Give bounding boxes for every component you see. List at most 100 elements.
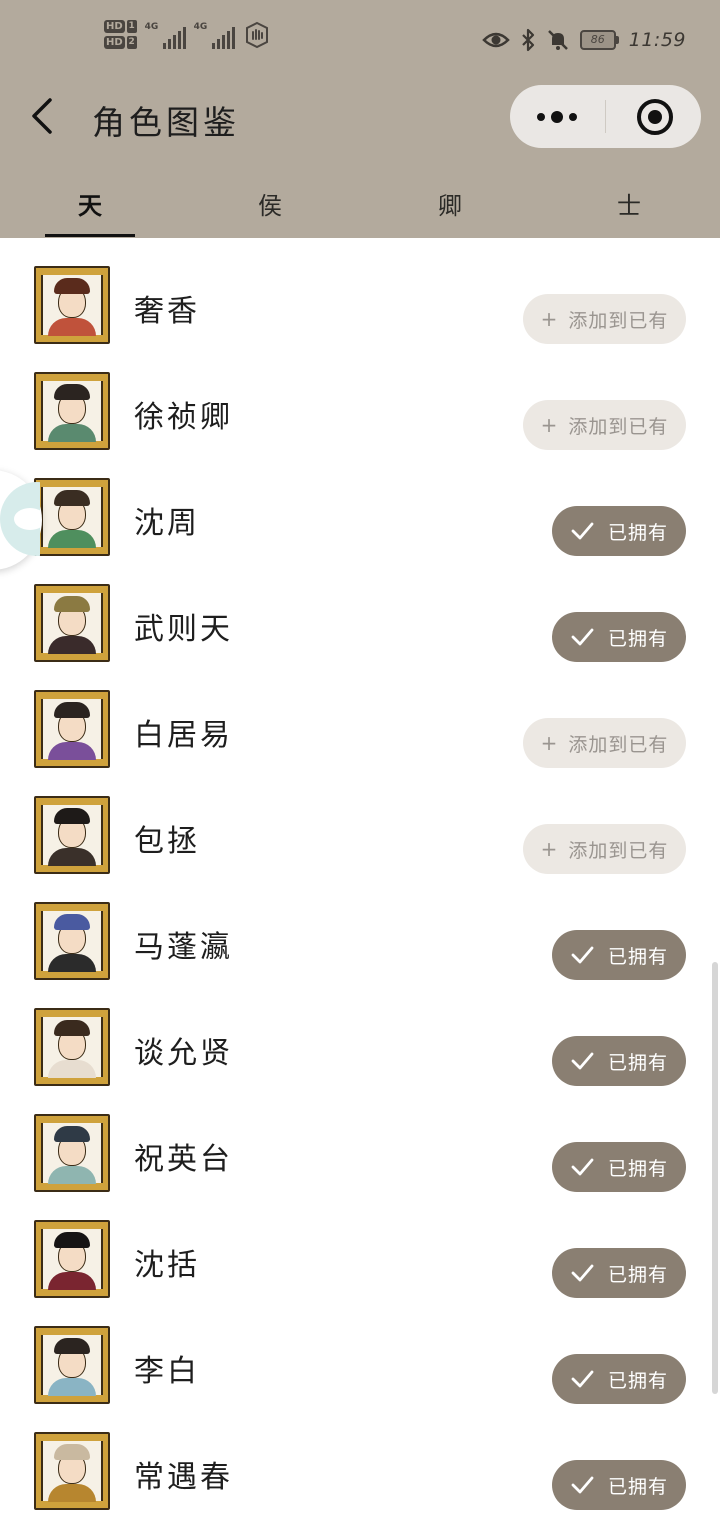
owned-button[interactable]: 已拥有 — [552, 506, 686, 556]
hd1-number: 1 — [126, 20, 137, 33]
signal-bars-icon — [211, 26, 235, 49]
battery-level: 86 — [579, 30, 616, 50]
page-title: 角色图鉴 — [92, 103, 240, 142]
hd2-number: 2 — [126, 36, 137, 49]
owned-label: 已拥有 — [607, 627, 668, 650]
signal-1: 4G — [145, 21, 186, 49]
list-item[interactable]: 沈括 已拥有 — [0, 1206, 720, 1312]
list-item[interactable]: 奢香 + 添加到已有 — [0, 252, 720, 358]
hd1-badge: HD — [104, 20, 125, 33]
check-icon — [571, 1476, 594, 1494]
character-name: 奢香 — [134, 294, 200, 329]
list-item[interactable]: 常遇春 已拥有 — [0, 1418, 720, 1524]
owned-button[interactable]: 已拥有 — [552, 930, 686, 980]
top-bar: HD 1 HD 2 4G 4G 86 11:59 角色图鉴 天 侯 卿 士 — [0, 0, 720, 238]
plus-icon: + — [540, 307, 559, 331]
character-name: 徐祯卿 — [134, 400, 233, 435]
tab-tian[interactable]: 天 — [45, 186, 135, 221]
character-name: 常遇春 — [134, 1460, 233, 1495]
character-portrait — [34, 1326, 110, 1404]
hd2-badge: HD — [104, 36, 125, 49]
add-label: 添加到已有 — [568, 839, 669, 862]
bluetooth-icon — [521, 28, 534, 52]
add-to-owned-button[interactable]: + 添加到已有 — [523, 718, 686, 768]
owned-button[interactable]: 已拥有 — [552, 1460, 686, 1510]
character-name: 沈括 — [134, 1248, 200, 1283]
list-item[interactable]: 谈允贤 已拥有 — [0, 994, 720, 1100]
net1-label: 4G — [144, 21, 159, 32]
owned-label: 已拥有 — [607, 1475, 668, 1498]
owned-button[interactable]: 已拥有 — [552, 1248, 686, 1298]
tab-hou[interactable]: 侯 — [225, 186, 315, 221]
character-name: 谈允贤 — [134, 1036, 233, 1071]
character-portrait — [34, 372, 110, 450]
owned-label: 已拥有 — [607, 521, 668, 544]
character-portrait — [34, 478, 110, 556]
tab-qing[interactable]: 卿 — [405, 186, 495, 221]
character-portrait — [34, 266, 110, 344]
character-portrait — [34, 1432, 110, 1510]
net2-label: 4G — [193, 21, 208, 32]
check-icon — [571, 1052, 594, 1070]
mini-program-capsule — [510, 85, 701, 148]
tab-shi[interactable]: 士 — [584, 186, 674, 221]
owned-button[interactable]: 已拥有 — [552, 1354, 686, 1404]
signal-2: 4G — [194, 21, 235, 49]
eye-icon — [481, 32, 510, 48]
add-to-owned-button[interactable]: + 添加到已有 — [523, 824, 686, 874]
signal-bars-icon — [162, 26, 186, 49]
list-item[interactable]: 包拯 + 添加到已有 — [0, 782, 720, 888]
active-tab-indicator — [45, 234, 135, 237]
owned-button[interactable]: 已拥有 — [552, 1036, 686, 1086]
list-item[interactable]: 祝英台 已拥有 — [0, 1100, 720, 1206]
owned-label: 已拥有 — [607, 1369, 668, 1392]
more-dots-icon[interactable] — [510, 85, 604, 148]
character-portrait — [34, 584, 110, 662]
owned-label: 已拥有 — [607, 1051, 668, 1074]
clock: 11:59 — [628, 29, 686, 51]
hand-icon — [245, 21, 268, 48]
character-portrait — [34, 1220, 110, 1298]
bell-off-icon — [547, 30, 568, 50]
battery-icon: 86 — [579, 30, 619, 50]
character-portrait — [34, 796, 110, 874]
character-name: 马蓬瀛 — [134, 930, 233, 965]
list-item[interactable]: 李白 已拥有 — [0, 1312, 720, 1418]
target-icon[interactable] — [637, 99, 673, 135]
floating-chat-button[interactable] — [0, 470, 42, 570]
check-icon — [571, 522, 594, 540]
character-name: 白居易 — [134, 718, 233, 753]
network-indicators: HD 1 HD 2 4G 4G — [104, 20, 271, 49]
list-item[interactable]: 徐祯卿 + 添加到已有 — [0, 358, 720, 464]
add-label: 添加到已有 — [568, 415, 669, 438]
chevron-left-icon[interactable] — [24, 94, 64, 138]
list-item[interactable]: 武则天 已拥有 — [0, 570, 720, 676]
check-icon — [571, 1264, 594, 1282]
list-item[interactable]: 白居易 + 添加到已有 — [0, 676, 720, 782]
list-item[interactable]: 沈周 已拥有 — [0, 464, 720, 570]
owned-button[interactable]: 已拥有 — [552, 1142, 686, 1192]
check-icon — [571, 946, 594, 964]
check-icon — [571, 628, 594, 646]
scrollbar[interactable] — [712, 962, 718, 1394]
system-indicators: 86 11:59 — [481, 28, 686, 52]
character-portrait — [34, 902, 110, 980]
plus-icon: + — [540, 413, 559, 437]
character-name: 包拯 — [134, 824, 200, 859]
character-portrait — [34, 690, 110, 768]
check-icon — [571, 1370, 594, 1388]
character-name: 李白 — [134, 1354, 200, 1389]
add-to-owned-button[interactable]: + 添加到已有 — [523, 294, 686, 344]
check-icon — [571, 1158, 594, 1176]
plus-icon: + — [540, 837, 559, 861]
character-portrait — [34, 1114, 110, 1192]
capsule-divider — [605, 100, 606, 133]
add-to-owned-button[interactable]: + 添加到已有 — [523, 400, 686, 450]
plus-icon: + — [540, 731, 559, 755]
add-label: 添加到已有 — [568, 309, 669, 332]
list-item[interactable]: 马蓬瀛 已拥有 — [0, 888, 720, 994]
status-bar: HD 1 HD 2 4G 4G 86 11:59 — [0, 0, 720, 84]
add-label: 添加到已有 — [568, 733, 669, 756]
owned-button[interactable]: 已拥有 — [552, 612, 686, 662]
owned-label: 已拥有 — [607, 1157, 668, 1180]
